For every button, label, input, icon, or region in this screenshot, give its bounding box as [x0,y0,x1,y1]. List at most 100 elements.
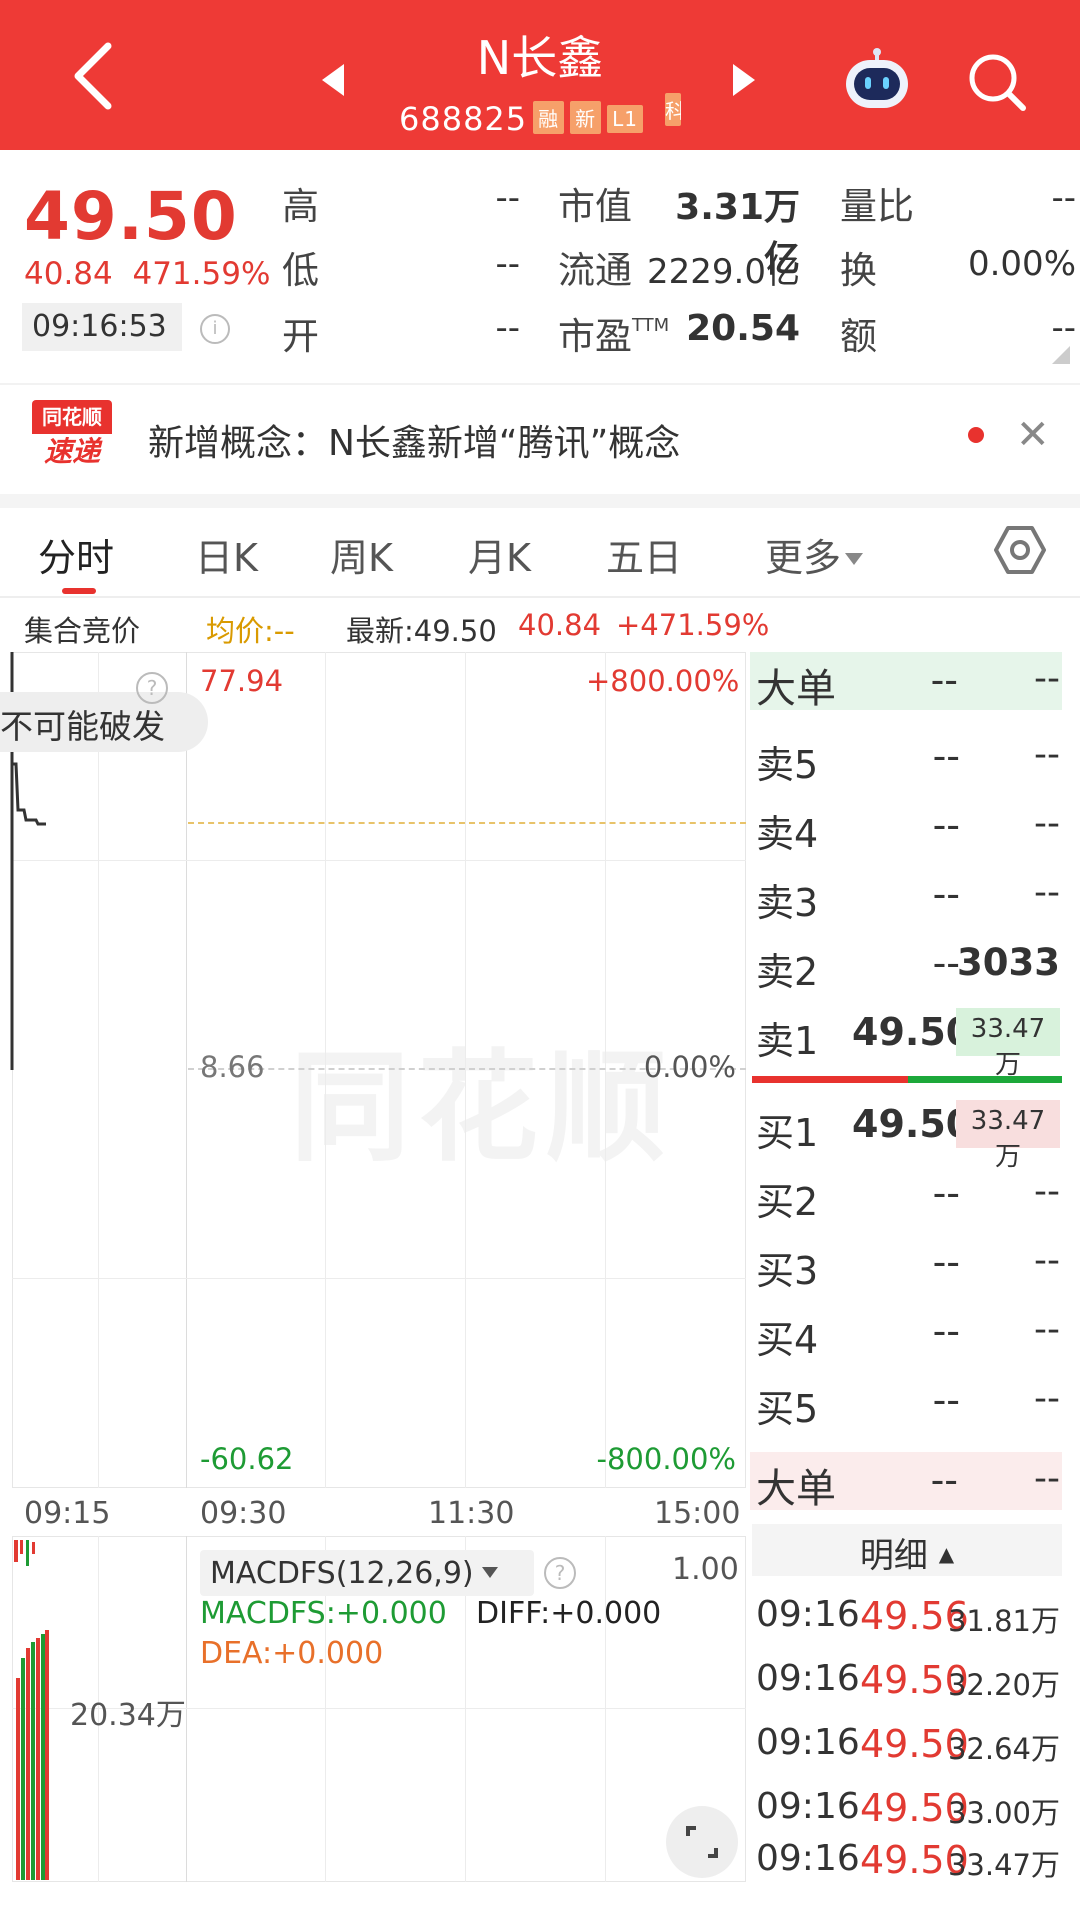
settings-hexagon-icon[interactable] [994,524,1046,576]
divider [0,383,1080,385]
ask-price: 49.50 [852,1010,973,1054]
tab-daily-k[interactable]: 日K [195,527,258,582]
tab-monthly-k[interactable]: 月K [468,527,531,582]
active-tab-indicator [62,588,96,594]
dropdown-icon [481,1567,498,1578]
notice-text[interactable]: 新增概念：N长鑫新增“腾讯”概念 [148,414,680,466]
tag-star-market: 科 [665,93,682,126]
stock-name: N长鑫 [476,31,604,85]
value-amount: -- [1051,308,1076,348]
bid-row-1[interactable]: 买1 49.50 33.47万 [756,1094,1062,1172]
trade-row: 09:16 49.50 32.20万 [756,1658,1062,1714]
big-order-label: 大单 [756,1466,836,1512]
stock-header: N长鑫 688825 融新 L1 科 [0,0,1080,150]
label-low: 低 [282,249,319,292]
grid-line [465,652,466,1488]
trade-vol: 33.47万 [947,1848,1060,1882]
grid-line [98,652,99,1488]
help-icon[interactable]: ? [136,672,168,704]
next-stock-icon[interactable] [733,64,755,96]
bid-vol: -- [1034,1240,1060,1281]
close-icon[interactable]: ✕ [1016,412,1050,458]
bid-price: -- [932,1171,960,1215]
trade-time: 09:16 [756,1594,860,1635]
trade-row: 09:16 49.56 31.81万 [756,1594,1062,1650]
info-change: 40.84 [518,608,602,642]
bid-price: 49.50 [852,1102,973,1146]
tab-intraday[interactable]: 分时 [38,527,114,582]
section-separator [0,494,1080,508]
ask-row-1[interactable]: 卖1 49.50 33.47万 [756,1002,1062,1080]
stock-code: 688825 [398,100,528,138]
label-open: 开 [282,315,319,358]
ask-price: -- [932,872,960,916]
bid-row-3[interactable]: 买3 -- -- [756,1232,1062,1293]
volume-axis-label: 20.34万 [70,1698,186,1733]
grid-line [186,1536,187,1882]
ask-row-3[interactable]: 卖3 -- -- [756,864,1062,925]
ask-vol: -- [1034,872,1060,913]
ask-row-4[interactable]: 卖4 -- -- [756,795,1062,856]
unread-dot-icon [968,427,984,443]
detail-tab[interactable]: 明细 ▲ [752,1524,1062,1576]
current-price: 49.50 [24,178,238,255]
y-axis-bottom: -60.62 [200,1442,294,1476]
tab-more-label: 更多 [765,536,842,580]
sell-strength-bar [908,1076,1062,1083]
tab-weekly-k[interactable]: 周K [330,527,393,582]
trade-row: 09:16 49.50 32.64万 [756,1722,1062,1778]
search-icon[interactable] [965,50,1029,114]
info-pct: +471.59% [616,608,770,642]
ask-label: 卖1 [756,1019,819,1063]
value-pe: 20.54 [686,308,800,349]
bid-label: 买4 [756,1318,819,1362]
big-order-label: 大单 [756,666,836,712]
indicator-name: MACDFS(12,26,9) [210,1556,474,1591]
diff-value: DIFF:+0.000 [476,1596,662,1631]
ask-row-5[interactable]: 卖5 -- -- [756,726,1062,787]
bid-vol: -- [1034,1171,1060,1212]
bid-vol: -- [1034,1378,1060,1419]
trade-vol: 31.81万 [947,1604,1060,1638]
bid-row-4[interactable]: 买4 -- -- [756,1301,1062,1362]
bid-label: 买1 [756,1111,819,1155]
bid-row-5[interactable]: 买5 -- -- [756,1370,1062,1431]
robot-assistant-icon[interactable] [840,48,914,112]
tab-five-day[interactable]: 五日 [606,527,682,582]
label-mcap: 市值 [558,185,632,228]
chart-watermark: 同花顺 [290,1039,674,1178]
quote-time: 09:16:53 [22,303,182,351]
grid-line [605,1536,606,1882]
grid-line [186,652,187,1488]
ask-label: 卖4 [756,812,819,856]
bid-label: 买5 [756,1387,819,1431]
ask-label: 卖2 [756,950,819,994]
ask-row-2[interactable]: 卖2 -- 3033 [756,933,1062,994]
buy-strength-bar [752,1076,908,1083]
time-axis-label: 15:00 [654,1496,741,1531]
trade-time: 09:16 [756,1658,860,1699]
chart-tooltip: 不可能破发 [0,692,208,752]
bid-row-2[interactable]: 买2 -- -- [756,1163,1062,1224]
big-order-top[interactable]: 大单 -- -- [750,652,1062,712]
bid-label: 买3 [756,1249,819,1293]
expand-corner-icon[interactable] [1052,346,1070,364]
logo-top-text: 同花顺 [32,400,112,434]
big-order-bottom[interactable]: 大单 -- -- [750,1452,1062,1512]
trade-vol: 32.20万 [947,1668,1060,1702]
tag-margin: 融 [533,101,565,134]
trade-time: 09:16 [756,1786,860,1827]
change-percent: 471.59% [132,256,271,292]
tag-new: 新 [570,101,602,134]
ask-price: -- [932,734,960,778]
bid-price: -- [932,1309,960,1353]
indicator-selector[interactable]: MACDFS(12,26,9) [200,1550,534,1596]
sort-up-icon: ▲ [938,1542,955,1566]
value-vol-ratio: -- [1051,178,1076,218]
tab-more[interactable]: 更多 [765,527,864,582]
help-icon[interactable]: ? [544,1557,576,1589]
y-axis-mid: 8.66 [200,1050,265,1084]
info-icon[interactable]: i [200,314,230,344]
fullscreen-button[interactable] [666,1806,738,1878]
trade-vol: 33.00万 [947,1796,1060,1830]
